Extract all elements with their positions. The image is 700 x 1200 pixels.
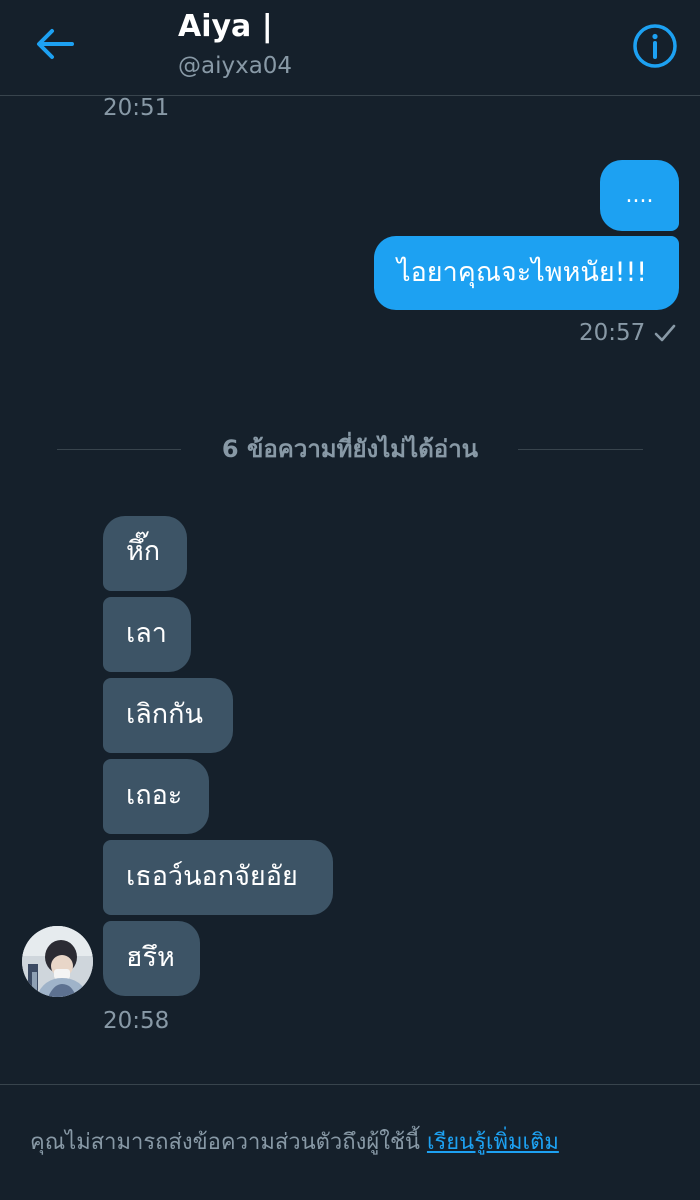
conversation-handle[interactable]: @aiyxa04 — [178, 50, 292, 82]
dm-restricted-footer: คุณไม่สามารถส่งข้อความส่วนตัวถึงผู้ใช้นี… — [0, 1084, 700, 1200]
incoming-message-bubble[interactable]: เธอว์นอกจัยอัย — [103, 840, 333, 915]
message-text: ไอยาคุณจะไพหนัย!!! — [397, 257, 648, 288]
outgoing-message-bubble[interactable]: .... — [600, 160, 679, 231]
learn-more-link[interactable]: เรียนรู้เพิ่มเติม — [427, 1130, 559, 1155]
dm-conversation-screen: Aiya | @aiyxa04 20:51 .... ไอยาคุณจะไพหน… — [0, 0, 700, 1200]
outgoing-timestamp: 20:57 — [579, 320, 646, 346]
info-circle-icon — [633, 24, 677, 68]
incoming-timestamp: 20:58 — [103, 1008, 170, 1034]
avatar-photo — [22, 926, 93, 997]
unread-messages-divider: 6 ข้อความที่ยังไม่ได้อ่าน — [221, 435, 479, 463]
conversation-title[interactable]: Aiya | — [178, 8, 273, 46]
message-text: เลิกกัน — [126, 699, 203, 730]
incoming-message-bubble[interactable]: เลา — [103, 597, 191, 672]
cannot-message-notice: คุณไม่สามารถส่งข้อความส่วนตัวถึงผู้ใช้นี… — [30, 1130, 427, 1155]
conversation-header: Aiya | @aiyxa04 — [0, 0, 700, 96]
message-timestamp: 20:51 — [103, 95, 170, 121]
message-text: เธอว์นอกจัยอัย — [126, 861, 298, 892]
message-text: เลา — [126, 618, 167, 649]
message-text: .... — [625, 183, 654, 208]
outgoing-message-bubble[interactable]: ไอยาคุณจะไพหนัย!!! — [374, 236, 679, 310]
info-button[interactable] — [632, 23, 678, 69]
arrow-left-icon — [37, 29, 74, 59]
footer-notice: คุณไม่สามารถส่งข้อความส่วนตัวถึงผู้ใช้นี… — [30, 1126, 559, 1160]
incoming-message-bubble[interactable]: เถอะ — [103, 759, 209, 834]
checkmark-icon — [654, 324, 676, 342]
message-text: ฮรึห — [126, 942, 175, 973]
incoming-message-bubble[interactable]: ฮรึห — [103, 921, 200, 996]
back-button[interactable] — [30, 22, 78, 66]
incoming-message-bubble[interactable]: เลิกกัน — [103, 678, 233, 753]
user-avatar[interactable] — [22, 926, 93, 997]
message-text: เถอะ — [126, 780, 183, 811]
incoming-message-bubble[interactable]: หึ๊ก — [103, 516, 187, 591]
message-text: หึ๊ก — [126, 536, 161, 567]
